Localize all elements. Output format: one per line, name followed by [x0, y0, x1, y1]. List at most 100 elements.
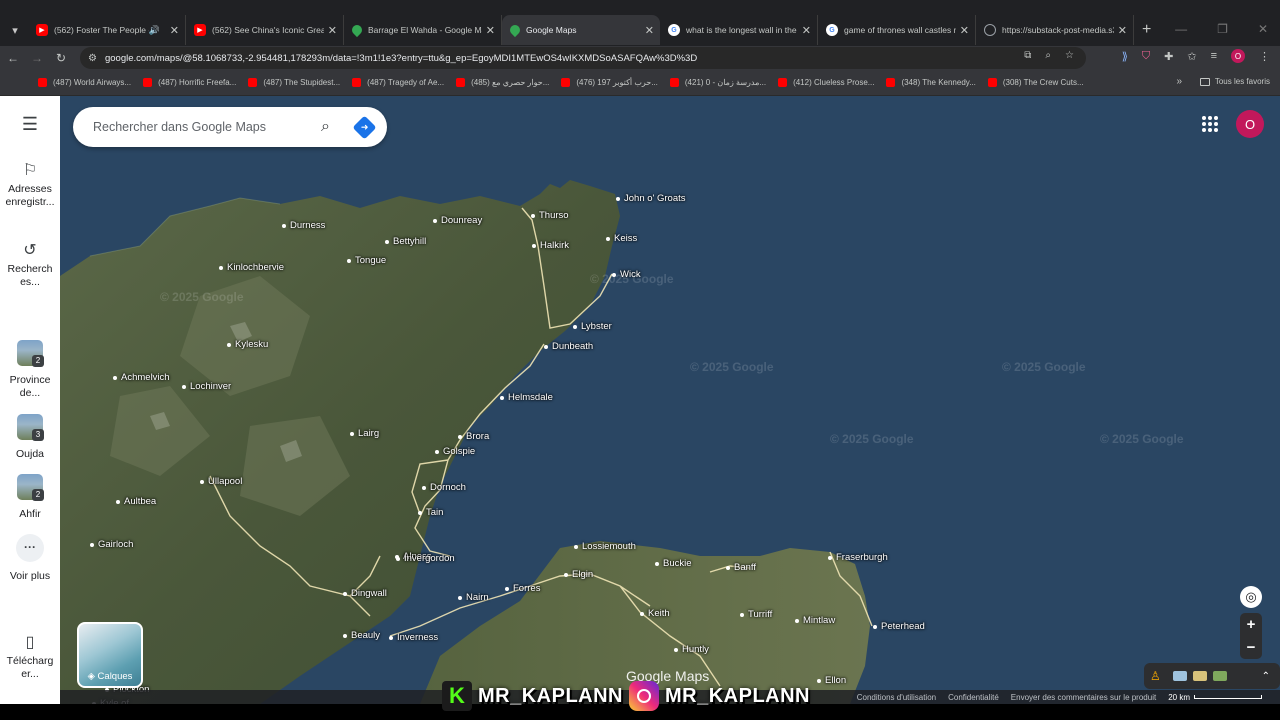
privacy-link[interactable]: Confidentialité: [948, 693, 999, 702]
place-label[interactable]: Elgin: [564, 569, 593, 580]
place-label[interactable]: Halkirk: [532, 240, 569, 251]
see-more-button[interactable]: ··· Voir plus: [0, 534, 60, 583]
browser-tab[interactable]: ▶ (562) See China's Iconic Great V ✕: [186, 15, 344, 45]
url-text[interactable]: google.com/maps/@58.1068733,-2.954481,17…: [105, 53, 697, 64]
place-label[interactable]: Forres: [505, 583, 540, 594]
profile-avatar[interactable]: O: [1231, 49, 1245, 63]
place-label[interactable]: Kylesku: [227, 339, 268, 350]
scale-bar[interactable]: 20 km: [1168, 693, 1262, 702]
bookmark-item[interactable]: (412) Clueless Prose...: [778, 78, 874, 87]
place-label[interactable]: Bettyhill: [385, 236, 426, 247]
pegman-icon[interactable]: ♙: [1150, 669, 1161, 683]
close-window-icon[interactable]: ✕: [1258, 22, 1268, 36]
place-label[interactable]: Beauly: [343, 630, 380, 641]
browser-tab[interactable]: Barrage El Wahda - Google Ma ✕: [344, 15, 502, 45]
reload-icon[interactable]: ↻: [50, 51, 72, 65]
forward-icon[interactable]: →: [26, 51, 48, 65]
google-apps-icon[interactable]: [1202, 116, 1218, 132]
satellite-map[interactable]: John o' Groats Thurso Dounreay Durness Betty…: [60, 96, 1280, 704]
place-label[interactable]: Keith: [640, 608, 670, 619]
place-label[interactable]: Mintlaw: [795, 615, 835, 626]
place-label[interactable]: Keiss: [606, 233, 637, 244]
search-box[interactable]: Rechercher dans Google Maps ⌕ ➜: [73, 107, 387, 147]
bookmark-item[interactable]: (421) مدرسة زمان - 0...: [669, 78, 766, 87]
bookmark-item[interactable]: (308) The Crew Cuts...: [987, 78, 1084, 87]
directions-icon[interactable]: ➜: [352, 114, 377, 140]
place-label[interactable]: Lybster: [573, 321, 612, 332]
my-location-icon[interactable]: ◎: [1240, 586, 1262, 608]
all-bookmarks[interactable]: Tous les favoris: [1199, 77, 1270, 86]
extension-icon[interactable]: ⟫: [1122, 50, 1128, 63]
recent-place-item[interactable]: 2 Ahfir: [0, 474, 60, 521]
media-icon[interactable]: ≡: [1211, 50, 1217, 62]
place-label[interactable]: Ellon: [817, 675, 846, 686]
place-label[interactable]: Buckie: [655, 558, 692, 569]
place-label[interactable]: Helmsdale: [500, 392, 553, 403]
map-layer-thumbnail[interactable]: [1172, 671, 1187, 681]
place-label[interactable]: Thurso: [531, 210, 569, 221]
expand-chevron-icon[interactable]: ⌃: [1262, 671, 1270, 682]
speaker-icon[interactable]: 🔊: [149, 25, 160, 36]
close-tab-icon[interactable]: ✕: [1118, 24, 1127, 37]
tab-search-chevron-icon[interactable]: ▾: [2, 17, 28, 43]
install-app-icon[interactable]: ⧉: [1024, 50, 1031, 61]
recent-searches-button[interactable]: ↺ Recherch es...: [0, 243, 60, 289]
browser-tab-active[interactable]: Google Maps ✕: [502, 15, 660, 45]
place-label[interactable]: Turriff: [740, 609, 772, 620]
terms-link[interactable]: Conditions d'utilisation: [857, 693, 936, 702]
puzzle-icon[interactable]: ✚: [1164, 50, 1173, 63]
bookmark-item[interactable]: (487) Horrific Freefa...: [143, 78, 236, 87]
bookmark-item[interactable]: (485) حوار حصري مع...: [456, 78, 549, 87]
place-label[interactable]: Dornoch: [422, 482, 466, 493]
place-label[interactable]: Fraserburgh: [828, 552, 888, 563]
back-icon[interactable]: ←: [2, 51, 24, 65]
bookmark-item[interactable]: (487) Tragedy of Ae...: [352, 78, 444, 87]
shield-icon[interactable]: ⛉: [1142, 50, 1150, 63]
menu-button[interactable]: ☰: [0, 115, 60, 137]
new-tab-icon[interactable]: +: [1142, 21, 1151, 39]
map-canvas[interactable]: [60, 96, 1280, 704]
place-label[interactable]: Aultbea: [116, 496, 156, 507]
place-label[interactable]: Golspie: [435, 446, 475, 457]
bookmark-item[interactable]: (348) The Kennedy...: [886, 78, 976, 87]
recent-place-item[interactable]: 3 Oujda: [0, 414, 60, 461]
place-label[interactable]: Lairg: [350, 428, 379, 439]
place-label[interactable]: Dounreay: [433, 215, 482, 226]
saved-places-button[interactable]: ⚐ Adresses enregistr...: [0, 163, 60, 209]
terrain-layer-thumbnail[interactable]: [1192, 671, 1207, 681]
place-label[interactable]: Banff: [726, 562, 756, 573]
search-icon[interactable]: ⌕: [321, 118, 330, 136]
place-label[interactable]: Dunbeath: [544, 341, 593, 352]
zoom-out-icon[interactable]: −: [1240, 636, 1262, 659]
place-label[interactable]: John o' Groats: [616, 193, 686, 204]
place-label[interactable]: Inverness: [389, 632, 438, 643]
browser-tab[interactable]: https://substack-post-media.s3 ✕: [976, 15, 1134, 45]
bookmark-star-icon[interactable]: ☆: [1065, 50, 1074, 61]
place-label[interactable]: Tongue: [347, 255, 386, 266]
browser-tab[interactable]: G what is the longest wall in the w ✕: [660, 15, 818, 45]
search-input[interactable]: Rechercher dans Google Maps: [93, 120, 321, 134]
download-app-button[interactable]: ▯ Télécharg er...: [0, 635, 60, 681]
place-label[interactable]: Gairloch: [90, 539, 133, 550]
restore-icon[interactable]: ❐: [1217, 22, 1228, 36]
satellite-layer-thumbnail[interactable]: [1212, 671, 1227, 681]
place-label[interactable]: Peterhead: [873, 621, 925, 632]
place-label[interactable]: Invergordon: [396, 553, 455, 564]
recent-place-item[interactable]: 2 Province de...: [0, 340, 60, 400]
place-label[interactable]: Ullapool: [200, 476, 242, 487]
bookmark-item[interactable]: (487) The Stupidest...: [248, 78, 340, 87]
menu-dots-icon[interactable]: ⋮: [1259, 50, 1270, 63]
zoom-in-icon[interactable]: +: [1240, 613, 1262, 636]
bookmark-item[interactable]: (476) حرب أكتوبر 197...: [561, 78, 658, 87]
place-label[interactable]: Dingwall: [343, 588, 387, 599]
more-bookmarks-chevron-icon[interactable]: »: [1176, 76, 1182, 87]
place-label[interactable]: Lossiemouth: [574, 541, 636, 552]
place-label[interactable]: Huntly: [674, 644, 709, 655]
close-tab-icon[interactable]: ✕: [645, 24, 654, 37]
close-tab-icon[interactable]: ✕: [960, 24, 969, 37]
place-label[interactable]: Kinlochbervie: [219, 262, 284, 273]
close-tab-icon[interactable]: ✕: [802, 24, 811, 37]
browser-tab[interactable]: G game of thrones wall castles m ✕: [818, 15, 976, 45]
place-label[interactable]: Lochinver: [182, 381, 231, 392]
place-label[interactable]: Nairn: [458, 592, 489, 603]
